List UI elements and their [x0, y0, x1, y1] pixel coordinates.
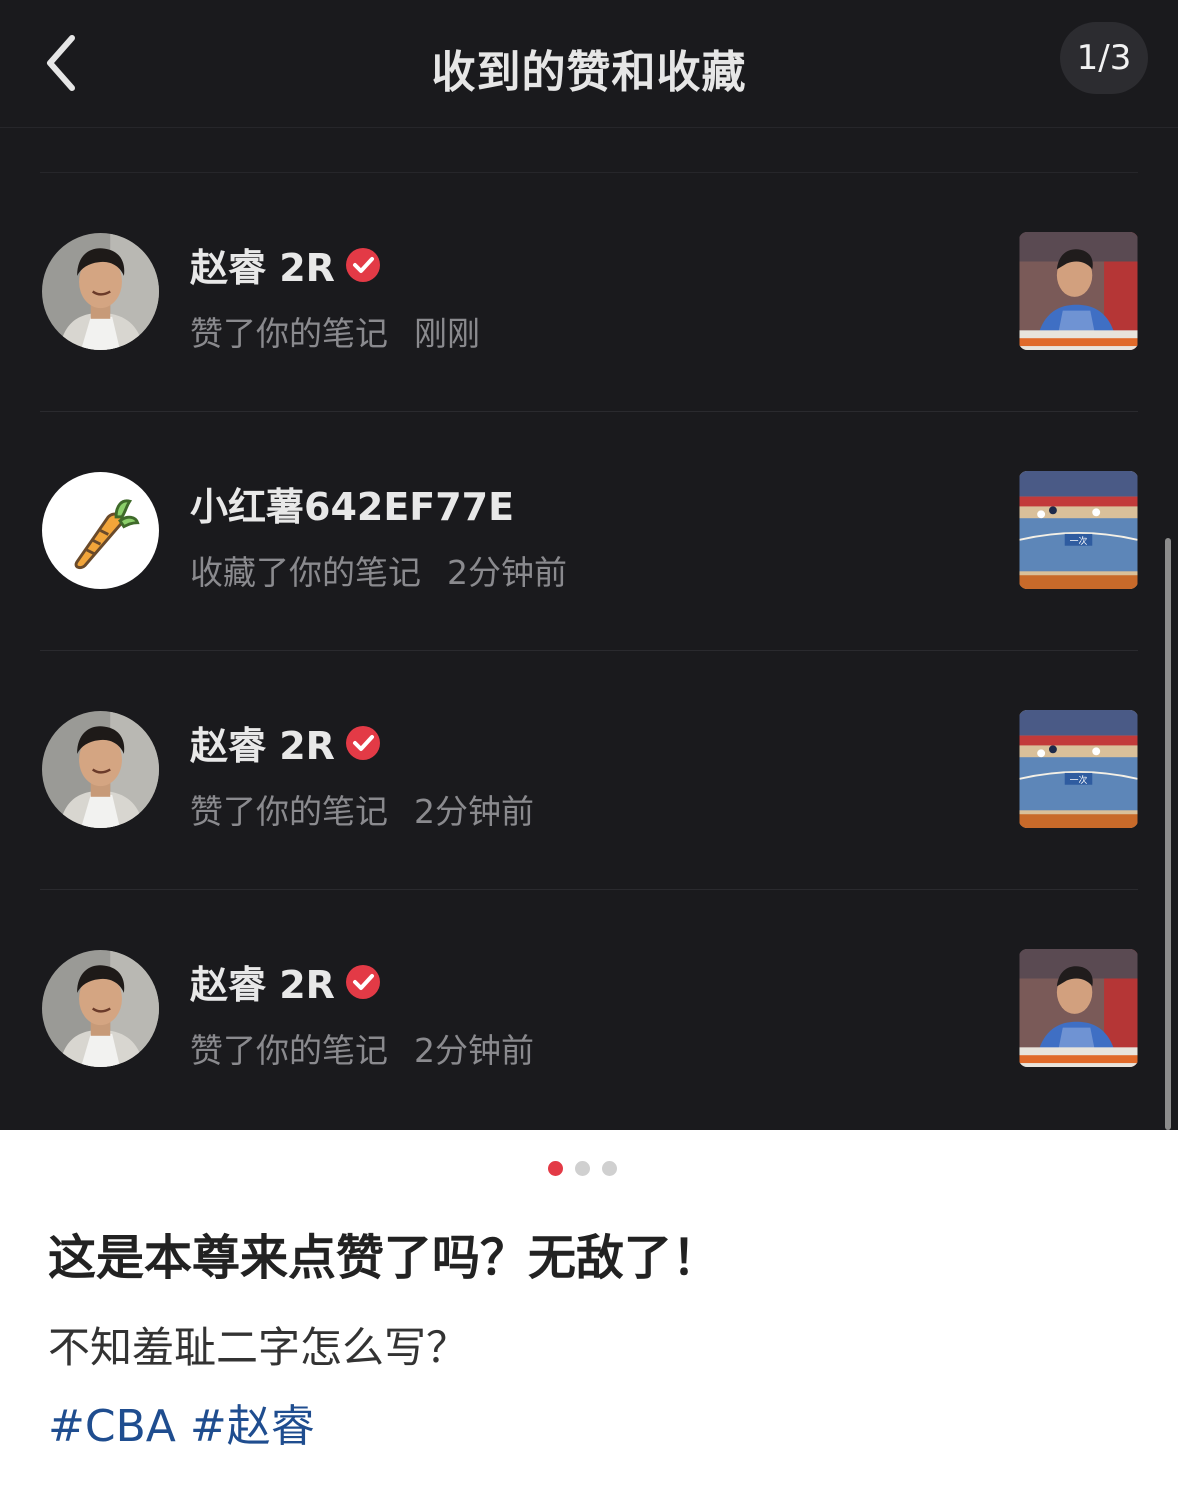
post-body: 不知羞耻二字怎么写？ [48, 1323, 469, 1372]
hashtag-list: #CBA #赵睿 [48, 1390, 329, 1454]
note-thumbnail[interactable] [1019, 710, 1138, 828]
timestamp: 2分钟前 [414, 1031, 534, 1070]
verified-badge-icon [345, 247, 381, 283]
notification-description: 收藏了你的笔记 2分钟前 [190, 546, 567, 594]
timestamp: 刚刚 [414, 314, 480, 353]
note-thumbnail[interactable] [1019, 949, 1138, 1067]
avatar[interactable] [42, 472, 159, 589]
action-text: 赞了你的笔记 [190, 314, 388, 353]
avatar[interactable] [42, 950, 159, 1067]
image-page-indicator: 1/3 [1060, 22, 1148, 94]
action-text: 赞了你的笔记 [190, 792, 388, 831]
user-name[interactable]: 小红薯642EF77E [190, 476, 514, 531]
carousel-dots[interactable] [548, 1161, 617, 1176]
notification-row[interactable]: 赵睿 2R 赞了你的笔记 刚刚 [0, 173, 1178, 412]
note-thumbnail[interactable] [1019, 471, 1138, 589]
avatar[interactable] [42, 233, 159, 350]
timestamp: 2分钟前 [414, 792, 534, 831]
notification-description: 赞了你的笔记 刚刚 [190, 307, 480, 355]
hashtag-link[interactable]: #赵睿 [190, 1401, 315, 1452]
notification-description: 赞了你的笔记 2分钟前 [190, 1024, 534, 1072]
avatar[interactable] [42, 711, 159, 828]
carousel-dot[interactable] [575, 1161, 590, 1176]
notifications-screenshot: 收到的赞和收藏 1/3 赵睿 2R 赞了你的笔记 刚刚 小红薯642EF77E 收… [0, 0, 1178, 1130]
hashtag-link[interactable]: #CBA [48, 1401, 176, 1452]
notification-list: 赵睿 2R 赞了你的笔记 刚刚 小红薯642EF77E 收藏了你的笔记 2分钟前 赵… [0, 173, 1178, 1129]
verified-badge-icon [345, 964, 381, 1000]
user-name[interactable]: 赵睿 2R [190, 237, 335, 292]
post-title: 这是本尊来点赞了吗？无敌了！ [48, 1230, 721, 1286]
notification-description: 赞了你的笔记 2分钟前 [190, 785, 534, 833]
note-thumbnail[interactable] [1019, 232, 1138, 350]
action-text: 赞了你的笔记 [190, 1031, 388, 1070]
notification-row[interactable]: 小红薯642EF77E 收藏了你的笔记 2分钟前 [0, 412, 1178, 651]
scrollbar[interactable] [1165, 538, 1171, 1130]
notification-row[interactable]: 赵睿 2R 赞了你的笔记 2分钟前 [0, 651, 1178, 890]
top-bar: 收到的赞和收藏 1/3 [0, 0, 1178, 128]
timestamp: 2分钟前 [447, 553, 567, 592]
verified-badge-icon [345, 725, 381, 761]
user-name[interactable]: 赵睿 2R [190, 715, 335, 770]
user-name[interactable]: 赵睿 2R [190, 954, 335, 1009]
action-text: 收藏了你的笔记 [190, 553, 421, 592]
page-title: 收到的赞和收藏 [431, 47, 747, 98]
carousel-dot-active[interactable] [548, 1161, 563, 1176]
carousel-dot[interactable] [602, 1161, 617, 1176]
notification-row[interactable]: 赵睿 2R 赞了你的笔记 2分钟前 [0, 890, 1178, 1129]
